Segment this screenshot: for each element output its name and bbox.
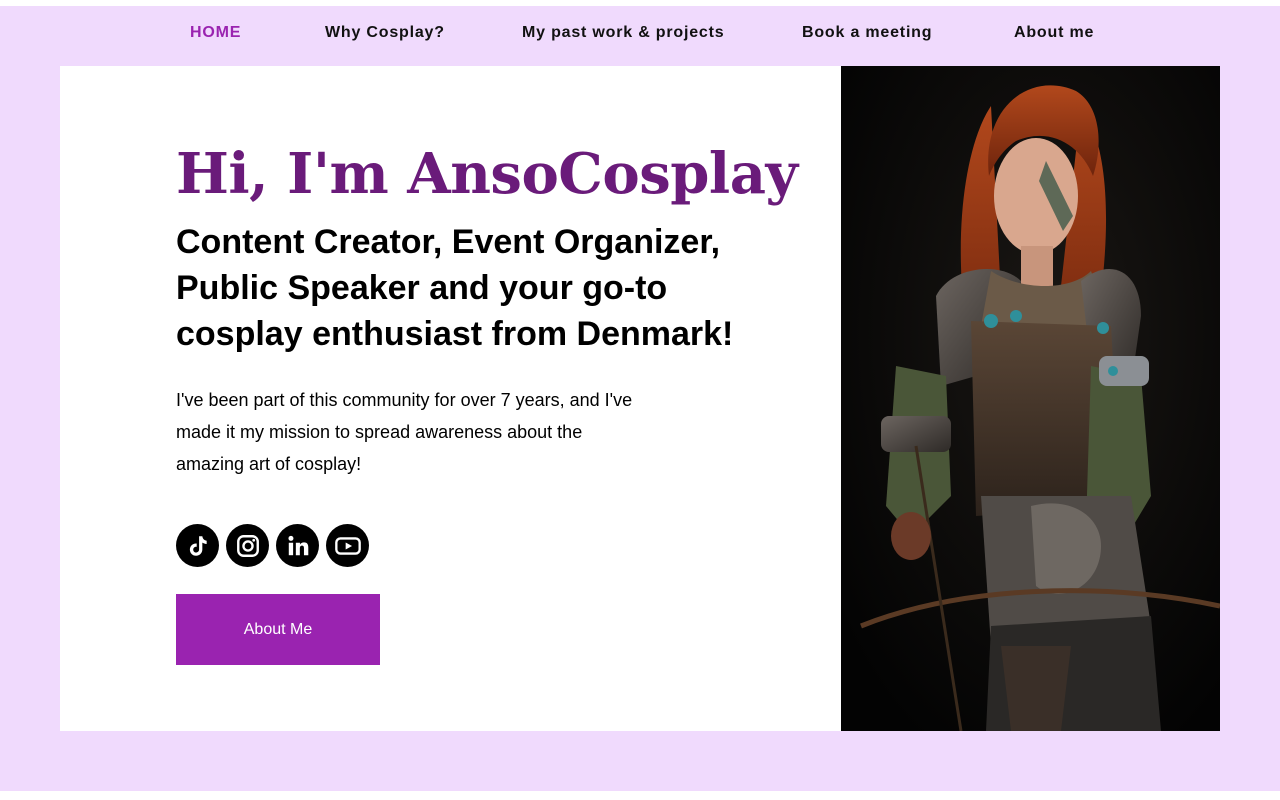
hero-description: I've been part of this community for ove… bbox=[176, 390, 633, 474]
page-background: HOME Why Cosplay? My past work & project… bbox=[0, 6, 1280, 791]
nav-item-about-me[interactable]: About me bbox=[1014, 22, 1094, 44]
cosplay-portrait-image bbox=[841, 66, 1220, 731]
linkedin-icon[interactable] bbox=[276, 524, 319, 567]
hero-card: Hi, I'm AnsoCosplay Content Creator, Eve… bbox=[60, 66, 841, 731]
nav-item-book-meeting[interactable]: Book a meeting bbox=[802, 22, 932, 44]
nav-item-past-work[interactable]: My past work & projects bbox=[522, 22, 724, 44]
nav-item-home[interactable]: HOME bbox=[190, 22, 241, 44]
nav-item-why-cosplay[interactable]: Why Cosplay? bbox=[325, 22, 445, 44]
tiktok-icon[interactable] bbox=[176, 524, 219, 567]
youtube-icon[interactable] bbox=[326, 524, 369, 567]
social-links bbox=[176, 524, 369, 567]
hero-subtitle: Content Creator, Event Organizer, Public… bbox=[176, 223, 734, 353]
main-nav: HOME Why Cosplay? My past work & project… bbox=[0, 6, 1280, 66]
page-title: Hi, I'm AnsoCosplay bbox=[176, 141, 798, 207]
about-me-button[interactable]: About Me bbox=[176, 594, 380, 665]
instagram-icon[interactable] bbox=[226, 524, 269, 567]
